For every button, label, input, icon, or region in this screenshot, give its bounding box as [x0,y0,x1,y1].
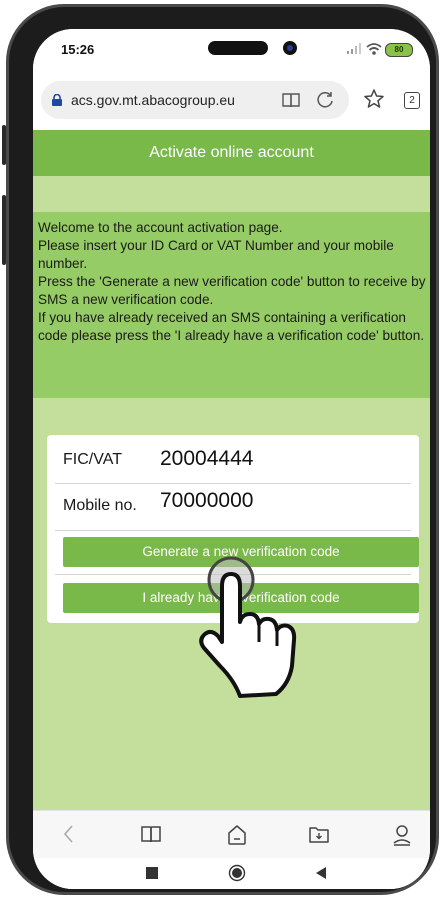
status-time: 15:26 [61,42,95,57]
home-circle-icon[interactable] [228,864,246,882]
refresh-icon[interactable] [316,91,336,109]
info-text: Welcome to the account activation page. … [38,219,428,345]
mobile-label: Mobile no. [63,497,137,514]
info-line: Please insert your ID Card or VAT Number… [38,238,394,271]
star-icon[interactable] [363,88,385,110]
notch-pill [208,41,268,55]
phone-frame: 15:26 80 acs.gov.mt.abacogroup.eu 2 Acti… [2,4,439,895]
fic-vat-label: FIC/VAT [63,451,122,468]
info-box: Welcome to the account activation page. … [33,212,430,398]
signal-icon [347,43,361,54]
book-icon[interactable] [281,91,301,109]
system-navigation-bar [33,858,430,889]
browser-bottom-nav [33,810,430,859]
profile-icon[interactable] [391,823,413,847]
tabs-count-button[interactable]: 2 [404,92,420,109]
chevron-left-icon[interactable] [61,823,77,845]
url-text[interactable]: acs.gov.mt.abacogroup.eu [71,92,235,108]
web-page: Activate online account Welcome to the a… [33,130,430,810]
phone-screen: 15:26 80 acs.gov.mt.abacogroup.eu 2 Acti… [33,29,430,889]
fic-vat-row: FIC/VAT 20004444 [47,439,419,479]
page-title: Activate online account [33,130,430,176]
info-line: If you have already received an SMS cont… [38,310,425,343]
camera-icon [283,41,297,55]
book-icon[interactable] [140,823,162,845]
mobile-row: Mobile no. 70000000 [47,485,419,525]
browser-toolbar: acs.gov.mt.abacogroup.eu 2 [33,75,430,125]
back-triangle-icon[interactable] [314,866,328,880]
folder-download-icon[interactable] [308,823,330,845]
fic-vat-input[interactable]: 20004444 [160,447,253,471]
phone-side-button-top [2,125,6,165]
home-icon[interactable] [226,823,248,847]
info-line: Press the 'Generate a new verification c… [38,274,426,307]
wifi-icon [366,43,382,55]
status-bar: 15:26 80 [33,29,430,71]
recent-apps-icon[interactable] [145,866,159,880]
divider [55,530,411,531]
mobile-input[interactable]: 70000000 [160,489,253,513]
info-line: Welcome to the account activation page. [38,220,283,235]
divider [55,483,411,484]
phone-side-button-bottom [2,195,6,265]
battery-indicator: 80 [385,43,413,57]
address-bar[interactable]: acs.gov.mt.abacogroup.eu [41,81,349,119]
lock-icon [52,94,62,106]
hand-pointer-icon [199,556,297,698]
